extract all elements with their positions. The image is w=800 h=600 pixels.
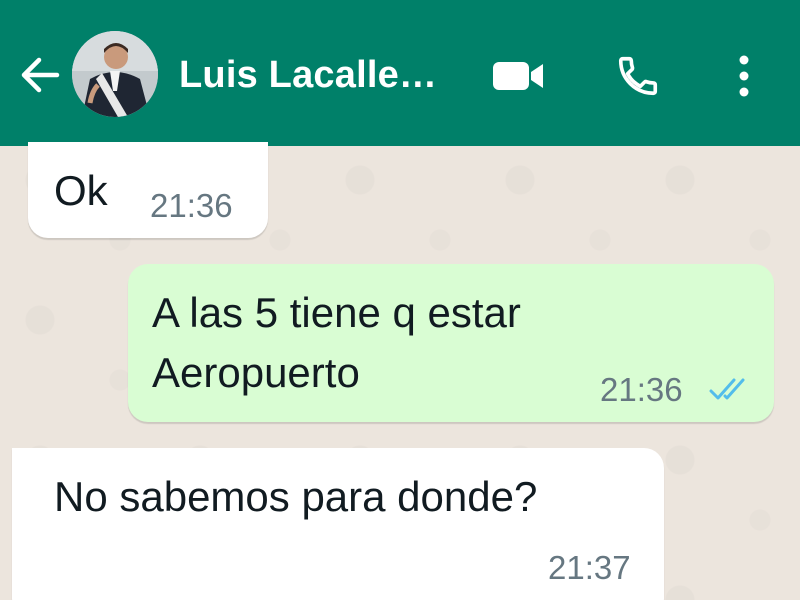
message-time: 21:37 — [548, 549, 631, 586]
message-time: 21:36 — [150, 187, 233, 224]
message-time: 21:36 — [600, 371, 683, 408]
message-text: Ok — [54, 167, 108, 214]
double-check-icon — [709, 378, 745, 400]
back-arrow-icon — [21, 57, 60, 93]
contact-name[interactable]: Luis Lacalle… — [179, 50, 469, 100]
phone-icon — [618, 56, 658, 96]
video-camera-icon — [493, 62, 543, 90]
voice-call-button[interactable] — [610, 48, 666, 104]
chat-screen: Luis Lacalle… Ok 21:36 A las 5 tiene q e… — [0, 0, 800, 600]
message-text-line1: A las 5 tiene q estar — [152, 289, 521, 336]
message-text: No sabemos para donde? — [54, 473, 538, 520]
avatar[interactable] — [72, 31, 158, 117]
message-text-line2: Aeropuerto — [152, 349, 360, 396]
message-bubble-incoming[interactable]: Ok 21:36 — [28, 142, 268, 238]
video-call-button[interactable] — [490, 48, 546, 104]
contact-photo — [72, 31, 158, 117]
message-bubble-incoming[interactable]: No sabemos para donde? 21:37 — [12, 448, 664, 600]
more-options-button[interactable] — [716, 48, 772, 104]
message-bubble-outgoing[interactable]: A las 5 tiene q estar Aeropuerto 21:36 — [128, 264, 774, 422]
back-button[interactable] — [14, 50, 64, 100]
more-vertical-icon — [739, 55, 749, 97]
chat-header: Luis Lacalle… — [0, 0, 800, 146]
